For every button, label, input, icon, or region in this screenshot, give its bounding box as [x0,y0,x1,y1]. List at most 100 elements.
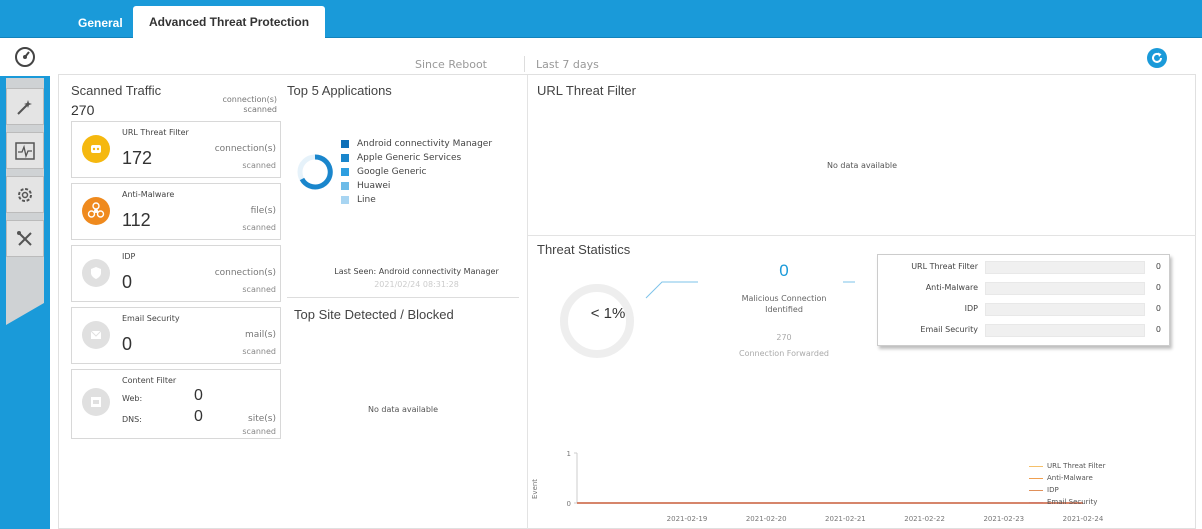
legend-item: Huawei [341,179,492,193]
stat-value: 0 [1155,262,1161,271]
threat-percent: < 1% [590,305,626,322]
feature-unit: mail(s) [245,330,276,340]
url-threat-filter-title: URL Threat Filter [537,83,636,98]
mail-icon [82,321,110,349]
column-divider [527,75,528,529]
stat-bar [985,303,1145,316]
chart-legend-label: Anti-Malware [1047,474,1093,482]
web-label: Web: [122,394,143,403]
wand-icon [17,99,32,115]
stat-value: 0 [1155,283,1161,292]
stat-row: IDP 0 [878,301,1171,319]
url-threat-filter-card[interactable]: URL Threat Filter 172 connection(s) scan… [71,121,281,178]
top-tab-bar: General Advanced Threat Protection [0,0,1202,39]
feature-unit: connection(s) [214,268,276,278]
chart-legend-label: Email Security [1047,498,1098,506]
chart-y-label: Event [531,478,539,499]
last-seen-date: 2021/02/24 08:31:28 [374,280,459,289]
sidebar-item-monitor[interactable] [6,132,44,169]
x-tick-label: 2021-02-23 [983,515,1024,523]
email-security-card[interactable]: Email Security 0 mail(s) scanned [71,307,281,364]
stat-bar [985,261,1145,274]
feature-unit-2: scanned [242,427,276,436]
scanned-traffic-unit: connection(s) [222,95,278,104]
stat-row: Anti-Malware 0 [878,280,1171,298]
section-divider [287,297,519,298]
feature-count: 0 [122,272,133,292]
tools-icon [17,230,32,246]
feature-unit-2: scanned [242,223,276,232]
feature-name: Content Filter [122,376,177,385]
stat-value: 0 [1155,325,1161,334]
legend-swatch [341,140,349,148]
malicious-label-2: Identified [765,305,803,314]
legend-item: Line [341,193,492,207]
x-tick-label: 2021-02-22 [904,515,945,523]
chart-legend-line [1029,465,1043,467]
x-tick-label: 2021-02-20 [746,515,787,523]
legend-item: Google Generic [341,165,492,179]
legend-label: Huawei [357,181,391,191]
legend-label: Line [357,195,376,205]
chart-legend-item: Anti-Malware [1029,472,1105,484]
sidebar-item-configuration[interactable] [6,176,44,213]
content-filter-icon [82,388,110,416]
legend-label: Android connectivity Manager [357,139,493,149]
malicious-count: 0 [779,261,789,280]
tab-advanced-threat-protection[interactable]: Advanced Threat Protection [133,6,326,39]
chart-legend-line [1029,477,1043,479]
feature-unit: connection(s) [214,144,276,154]
sidebar-item-dashboard[interactable] [0,38,50,76]
last-7-days-label: Last 7 days [536,58,599,71]
chart-legend-item: Email Security [1029,496,1105,508]
legend-swatch [341,154,349,162]
stat-row: Email Security 0 [878,322,1171,340]
malicious-label: Malicious Connection [741,294,827,303]
feature-name: URL Threat Filter [122,128,189,137]
dashboard-card: Scanned Traffic 270 connection(s) scanne… [58,74,1196,529]
scanned-traffic-unit-2: scanned [243,105,277,114]
legend-label: Google Generic [357,167,427,177]
chart-legend-line [1029,501,1043,503]
tab-general[interactable]: General [64,9,137,38]
gear-icon [18,187,32,202]
x-tick-label: 2021-02-24 [1063,515,1104,523]
shield-icon [82,259,110,287]
feature-count: 0 [122,334,133,354]
monitor-icon [15,141,35,160]
legend-swatch [341,182,349,190]
dns-count: 0 [194,408,203,425]
sidebar-item-wizard[interactable] [6,88,44,125]
chart-legend: URL Threat Filter Anti-Malware IDP Email… [1029,460,1105,508]
threat-stats-table: URL Threat Filter 0 Anti-Malware 0 IDP 0… [877,254,1170,346]
sidebar-item-maintenance[interactable] [6,220,44,257]
last-seen-text: Last Seen: Android connectivity Manager [334,267,499,276]
feature-unit: site(s) [248,414,276,424]
scanned-traffic-title: Scanned Traffic [71,83,162,98]
scanned-traffic-value: 270 [71,102,95,118]
anti-malware-card[interactable]: Anti-Malware 112 file(s) scanned [71,183,281,240]
chart-legend-label: IDP [1047,486,1059,494]
stat-label: URL Threat Filter [911,262,978,271]
threat-statistics-title: Threat Statistics [537,242,631,257]
stat-bar [985,282,1145,295]
biohazard-icon [82,197,110,225]
refresh-icon [1152,52,1162,63]
idp-card[interactable]: IDP 0 connection(s) scanned [71,245,281,302]
feature-unit-2: scanned [242,161,276,170]
stat-label: IDP [964,304,978,313]
header-divider [524,56,525,72]
chart-legend-item: URL Threat Filter [1029,460,1105,472]
since-reboot-label: Since Reboot [415,58,487,71]
y-tick-label: 0 [567,500,571,508]
x-tick-label: 2021-02-19 [667,515,708,523]
url-threat-filter-no-data: No data available [826,161,898,170]
legend-item: Android connectivity Manager [341,137,492,151]
content-filter-card[interactable]: Content Filter Web: 0 DNS: 0 site(s) sca… [71,369,281,439]
top-5-applications-legend: Android connectivity Manager Apple Gener… [341,137,492,207]
period-header: Since Reboot Last 7 days [50,38,1202,72]
feature-unit-2: scanned [242,347,276,356]
refresh-button[interactable] [1147,48,1167,68]
x-tick-label: 2021-02-21 [825,515,866,523]
row-divider [528,235,1196,236]
